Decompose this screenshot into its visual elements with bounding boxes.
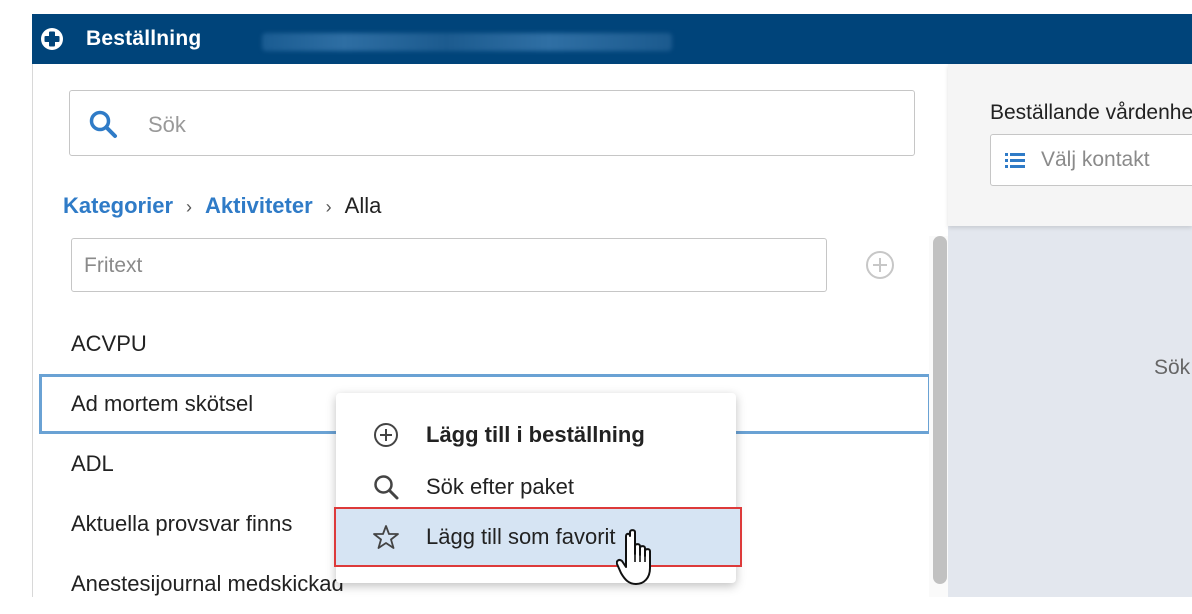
menu-item-add-favorite[interactable]: Lägg till som favorit	[334, 507, 742, 567]
list-item-label: Aktuella provsvar finns	[71, 511, 293, 536]
scrollbar-thumb[interactable]	[933, 236, 947, 584]
menu-item-label: Lägg till som favorit	[426, 524, 616, 549]
search-box[interactable]	[69, 90, 915, 156]
plus-circle-logo-icon	[41, 28, 63, 50]
list-item-label: ADL	[71, 451, 114, 476]
breadcrumb-aktiviteter[interactable]: Aktiviteter	[205, 193, 313, 218]
hand-cursor-icon	[616, 529, 651, 585]
search-icon	[374, 475, 399, 500]
order-header: Beställande vårdenhet Välj kontakt	[948, 64, 1192, 226]
search-input[interactable]	[146, 109, 850, 141]
list-item[interactable]: ACVPU	[33, 314, 931, 374]
right-panel: Beställande vårdenhet Välj kontakt Sök	[948, 64, 1192, 597]
list-item-label: ACVPU	[71, 331, 147, 356]
list-item-label: Anestesijournal medskickad	[71, 571, 344, 596]
patient-info-redacted	[262, 33, 672, 51]
fritext-input[interactable]	[82, 251, 816, 281]
menu-item-label: Lägg till i beställning	[426, 422, 645, 447]
breadcrumb: Kategorier › Aktiviteter › Alla	[63, 192, 381, 221]
context-menu: Lägg till i beställning Sök efter paket …	[334, 393, 742, 583]
fritext-field[interactable]	[71, 238, 827, 292]
breadcrumb-kategorier[interactable]: Kategorier	[63, 193, 173, 218]
search-icon	[89, 110, 117, 138]
list-icon	[1005, 153, 1025, 168]
breadcrumb-alla: Alla	[344, 193, 382, 218]
contact-select[interactable]: Välj kontakt	[990, 134, 1192, 186]
contact-select-placeholder: Välj kontakt	[1041, 148, 1150, 171]
ordering-unit-label: Beställande vårdenhet	[990, 101, 1192, 124]
window-title: Beställning	[86, 27, 202, 50]
menu-item-add-to-order[interactable]: Lägg till i beställning	[336, 407, 736, 463]
breadcrumb-separator: ›	[186, 197, 193, 217]
right-panel-text: Sök	[1154, 356, 1191, 379]
list-item-label: Ad mortem skötsel	[71, 391, 254, 416]
menu-item-label: Sök efter paket	[426, 474, 574, 499]
title-bar: Beställning	[32, 14, 1192, 64]
star-icon	[373, 525, 399, 549]
breadcrumb-separator: ›	[325, 197, 332, 217]
plus-circle-icon	[374, 423, 398, 447]
menu-item-search-package[interactable]: Sök efter paket	[336, 459, 736, 515]
add-circle-icon[interactable]	[865, 250, 895, 280]
